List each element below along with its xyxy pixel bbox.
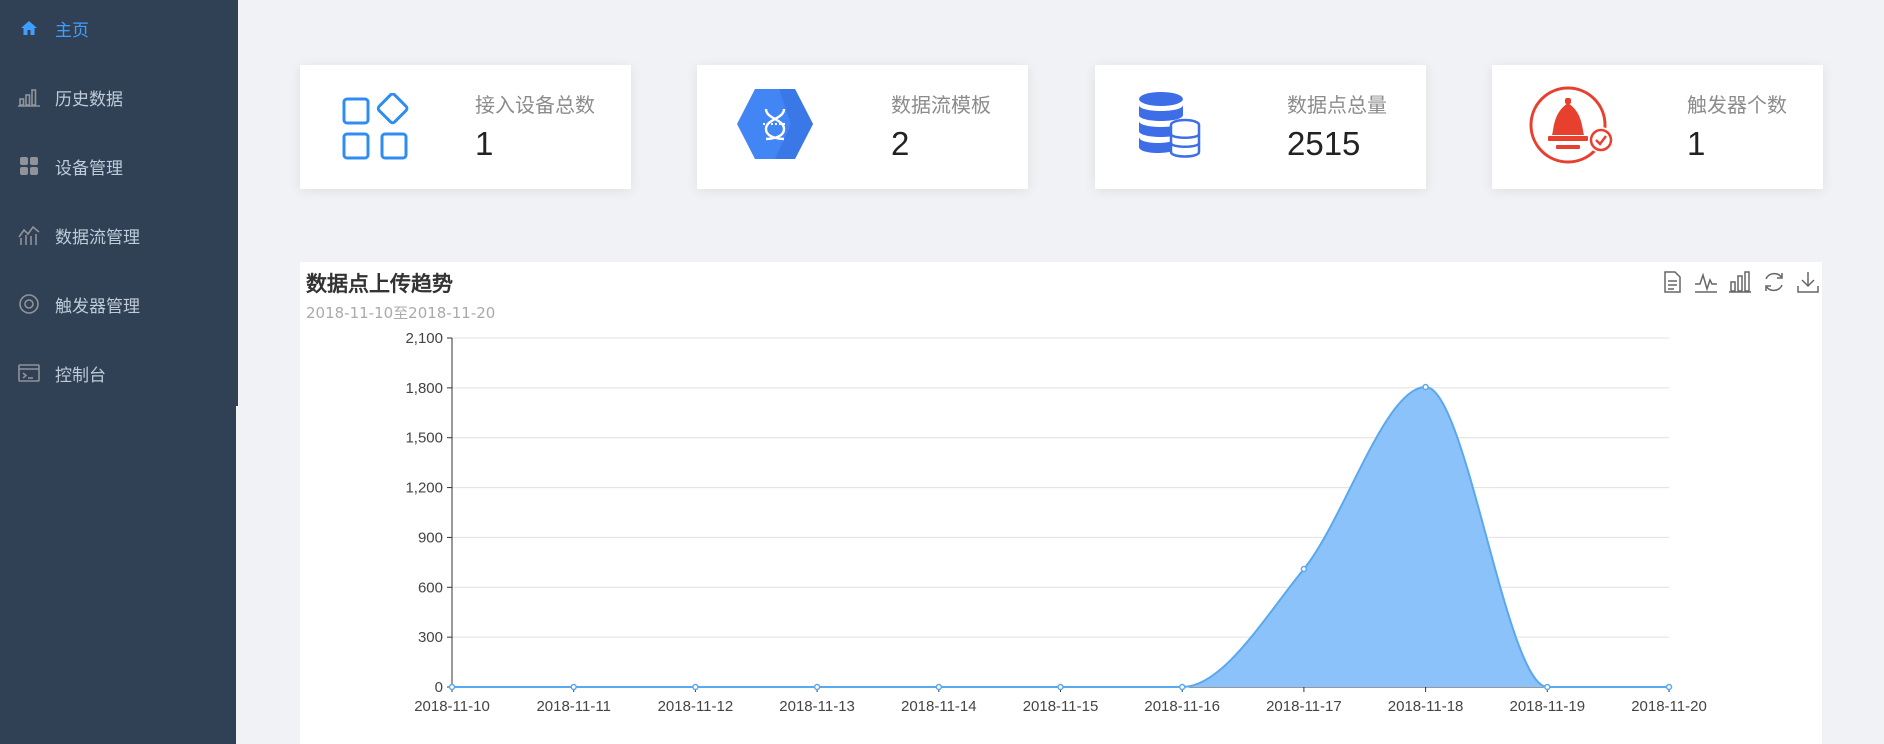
x-tick-label: 2018-11-19: [1509, 698, 1585, 715]
trend-chart: 0 300 600 900 1,200 1,500 1,800 2,100 2018-11-10…: [405, 330, 1707, 715]
chart-panel: 0 300 600 900 1,200 1,500 1,800 2,100 2018-11-10…: [300, 262, 1822, 744]
stat-card-templates[interactable]: 数据流模板 2: [697, 65, 1028, 189]
dataflow-hexagon-icon: [735, 87, 815, 165]
y-tick-label: 1,200: [405, 480, 443, 497]
x-tick-label: 2018-11-10: [414, 698, 490, 715]
sidebar-item-history[interactable]: 历史数据: [0, 69, 236, 125]
data-point: [570, 683, 577, 691]
chart-toolbox: [1650, 270, 1820, 294]
data-point: [692, 683, 699, 691]
y-tick-label: 900: [418, 529, 443, 546]
data-point: [1057, 683, 1064, 691]
data-point: [813, 683, 821, 691]
x-tick-label: 2018-11-15: [1023, 698, 1099, 715]
data-point: [1300, 565, 1308, 573]
stat-card-triggers[interactable]: 触发器个数 1: [1492, 65, 1823, 189]
y-tick-label: 600: [418, 579, 443, 596]
chart-subtitle: 2018-11-10至2018-11-20: [306, 304, 496, 322]
bar-switch-icon[interactable]: [1728, 270, 1752, 294]
y-tick-label: 300: [418, 629, 443, 646]
sidebar-item-label: 设备管理: [55, 158, 123, 179]
sidebar-item-devices[interactable]: 设备管理: [0, 138, 236, 194]
data-point: [1544, 683, 1551, 691]
y-tick-label: 0: [435, 679, 443, 696]
data-point: [1178, 683, 1186, 691]
target-icon: [18, 293, 40, 315]
alarm-bell-icon: [1528, 85, 1618, 171]
sidebar-item-label: 历史数据: [55, 89, 123, 110]
x-tick-label: 2018-11-12: [658, 698, 734, 715]
data-point: [935, 683, 943, 691]
y-tick-label: 1,800: [405, 380, 443, 397]
card-value: 1: [1687, 125, 1706, 162]
sidebar-item-home[interactable]: 主页: [0, 0, 236, 56]
y-tick-label: 1,500: [405, 430, 443, 447]
y-tick-label: 2,100: [405, 330, 443, 347]
chart-title: 数据点上传趋势: [306, 272, 453, 296]
card-title: 接入设备总数: [475, 93, 595, 117]
card-title: 数据点总量: [1287, 93, 1387, 117]
sidebar-edge: [236, 406, 238, 744]
sidebar-item-label: 主页: [55, 20, 89, 41]
database-icon: [1137, 91, 1203, 165]
sidebar-item-triggers[interactable]: 触发器管理: [0, 276, 236, 332]
card-value: 2515: [1287, 125, 1361, 162]
sidebar-item-console[interactable]: 控制台: [0, 345, 236, 401]
terminal-icon: [18, 362, 40, 384]
data-point: [448, 683, 456, 691]
save-image-icon[interactable]: [1796, 270, 1820, 294]
x-tick-label: 2018-11-18: [1388, 698, 1464, 715]
x-tick-label: 2018-11-17: [1266, 698, 1342, 715]
bar-chart-icon: [18, 86, 40, 108]
sidebar: 主页 历史数据 设备管理 数据流管理 触发器管理 控制台: [0, 0, 238, 744]
x-tick-label: 2018-11-16: [1144, 698, 1220, 715]
sidebar-item-dataflow[interactable]: 数据流管理: [0, 207, 236, 263]
card-title: 触发器个数: [1687, 93, 1787, 117]
x-tick-label: 2018-11-11: [536, 698, 611, 715]
sidebar-item-label: 控制台: [55, 365, 106, 386]
card-value: 2: [891, 125, 910, 162]
restore-icon[interactable]: [1762, 270, 1786, 294]
x-tick-label: 2018-11-20: [1631, 698, 1707, 715]
apps-icon: [342, 92, 412, 167]
data-point: [1422, 383, 1429, 391]
home-icon: [18, 17, 40, 39]
card-value: 1: [475, 125, 494, 162]
x-tick-label: 2018-11-13: [779, 698, 855, 715]
stat-card-datapoints[interactable]: 数据点总量 2515: [1095, 65, 1426, 189]
line-chart-icon: [18, 224, 40, 246]
stat-card-devices[interactable]: 接入设备总数 1: [300, 65, 631, 189]
x-tick-label: 2018-11-14: [901, 698, 977, 715]
sidebar-item-label: 数据流管理: [55, 227, 140, 248]
data-point: [1665, 683, 1673, 691]
grid-icon: [18, 155, 40, 177]
card-title: 数据流模板: [891, 93, 991, 117]
data-view-icon[interactable]: [1660, 270, 1684, 294]
sidebar-item-label: 触发器管理: [55, 296, 140, 317]
line-switch-icon[interactable]: [1694, 270, 1718, 294]
